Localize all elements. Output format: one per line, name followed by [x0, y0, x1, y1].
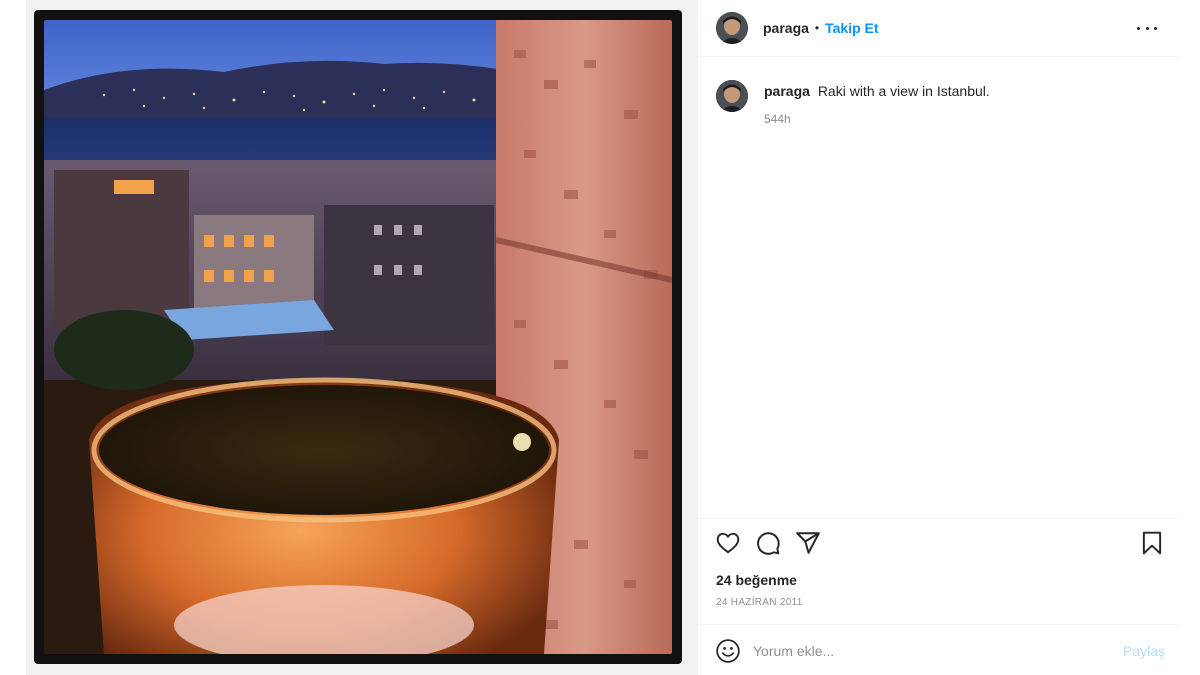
post-caption: paraga Raki with a view in Istanbul. 544… — [716, 80, 1156, 126]
comment-form: Paylaş — [715, 637, 1165, 665]
post-header: paraga • Takip Et — [698, 0, 1177, 57]
dot — [1137, 26, 1140, 30]
avatar-image — [716, 80, 748, 112]
comment-input[interactable] — [753, 643, 1093, 659]
post-username[interactable]: paraga — [763, 20, 809, 36]
more-options-icon[interactable] — [1137, 20, 1157, 36]
avatar[interactable] — [716, 12, 748, 44]
caption-timestamp[interactable]: 544h — [764, 112, 990, 126]
follow-button[interactable]: Takip Et — [825, 20, 878, 36]
photo-border — [34, 10, 682, 664]
avatar-image — [716, 12, 748, 44]
divider — [698, 624, 1177, 625]
paper-plane-icon[interactable] — [795, 530, 821, 556]
dot — [1154, 26, 1157, 30]
post-media — [26, 0, 697, 675]
dot — [1145, 26, 1149, 30]
divider — [698, 518, 1177, 519]
comment-bubble-icon[interactable] — [755, 530, 781, 556]
post-comment-button[interactable]: Paylaş — [1123, 643, 1165, 659]
photo-image — [44, 20, 672, 654]
action-bar — [715, 530, 821, 556]
post-photo[interactable] — [44, 20, 672, 654]
caption-body: paraga Raki with a view in Istanbul. 544… — [764, 82, 990, 126]
bookmark-icon[interactable] — [1139, 530, 1165, 556]
caption-text: paraga Raki with a view in Istanbul. — [764, 82, 990, 100]
caption-message: Raki with a view in Istanbul. — [817, 83, 990, 99]
smiley-icon[interactable] — [715, 638, 741, 664]
post-details-panel: paraga • Takip Et paraga Raki with a vie… — [697, 0, 1177, 675]
heart-icon[interactable] — [715, 530, 741, 556]
caption-avatar[interactable] — [716, 80, 748, 112]
likes-count[interactable]: 24 beğenme — [716, 572, 797, 588]
caption-username[interactable]: paraga — [764, 83, 810, 99]
separator-dot: • — [814, 21, 820, 35]
post-date[interactable]: 24 HAZİRAN 2011 — [716, 597, 803, 608]
